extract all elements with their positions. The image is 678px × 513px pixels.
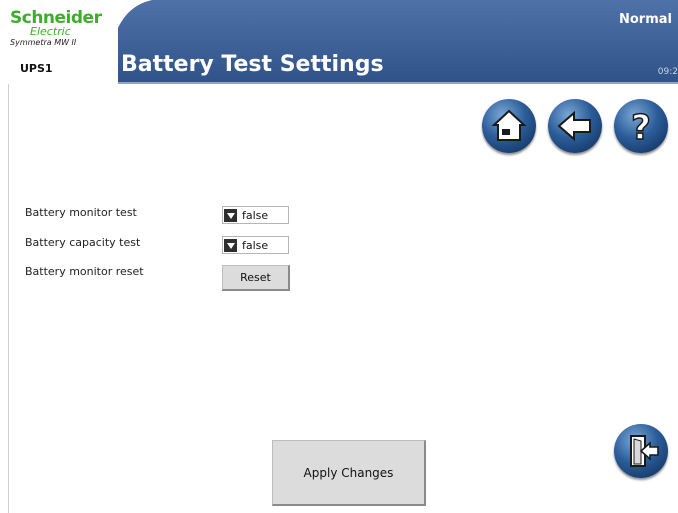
battery-monitor-test-select[interactable]: false: [222, 206, 289, 224]
exit-door-icon: [630, 435, 659, 467]
help-icon: ?: [630, 107, 651, 149]
page-title: Battery Test Settings: [121, 52, 384, 77]
product-name: Symmetra MW II: [10, 38, 77, 47]
chevron-down-icon: [224, 239, 237, 252]
clock-text: 09:2: [657, 67, 678, 77]
reset-button[interactable]: Reset: [222, 265, 290, 291]
home-icon: [491, 109, 527, 141]
status-text: Normal: [619, 12, 672, 27]
header-bar: Schneider Electric Symmetra MW II UPS1 B…: [0, 0, 678, 84]
exit-button[interactable]: [614, 424, 668, 478]
back-arrow-icon: [557, 110, 591, 142]
battery-monitor-test-label: Battery monitor test: [25, 206, 137, 219]
brand-logo-sub: Electric: [30, 25, 71, 38]
device-name: UPS1: [20, 62, 53, 75]
apply-changes-button[interactable]: Apply Changes: [272, 440, 426, 506]
help-button[interactable]: ?: [614, 99, 668, 153]
battery-capacity-test-select[interactable]: false: [222, 236, 289, 254]
svg-text:?: ?: [631, 108, 651, 148]
select-value: false: [242, 209, 269, 222]
chevron-down-icon: [224, 209, 237, 222]
home-button[interactable]: [482, 99, 536, 153]
logo-panel: Schneider Electric Symmetra MW II UPS1: [0, 0, 118, 84]
battery-capacity-test-label: Battery capacity test: [25, 236, 141, 249]
select-value: false: [242, 239, 269, 252]
back-button[interactable]: [548, 99, 602, 153]
battery-monitor-reset-label: Battery monitor reset: [25, 265, 144, 278]
left-divider: [8, 84, 9, 513]
